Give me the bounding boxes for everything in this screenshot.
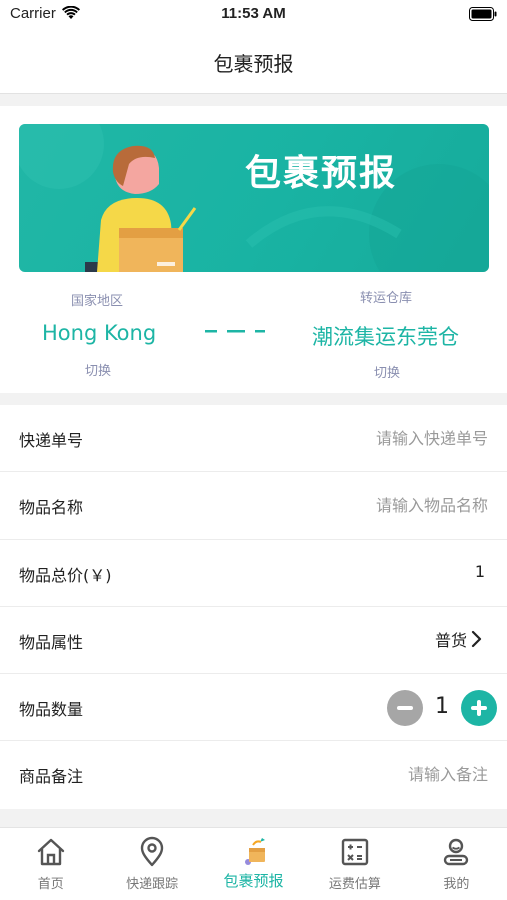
banner-title: 包裹预报 [245,153,398,194]
tab-profile[interactable]: 我的 [406,828,507,900]
route-card: 包裹预报 国家地区 Hong Kong 切换 转运仓库 潮流集运东莞仓 切换 [0,106,507,393]
quantity-stepper: 1 [387,690,497,727]
item-attribute-label: 物品属性 [19,632,84,652]
status-time: 11:53 AM [221,5,286,22]
item-attribute-row[interactable]: 物品属性 普货 [0,607,507,675]
item-quantity-row: 物品数量 1 [0,674,507,742]
destination-value[interactable]: 潮流集运东莞仓 [312,321,459,351]
tracking-number-input[interactable] [268,425,488,451]
tab-home[interactable]: 首页 [0,828,101,900]
tracking-number-row: 快递单号 [0,405,507,473]
tab-tracking-label: 快递跟踪 [126,877,179,892]
tracking-number-label: 快递单号 [19,431,84,450]
tab-parcel-forecast[interactable]: 包裹预报 [203,828,304,900]
navigation-bar: 包裹预报 [0,30,507,94]
calculator-icon [341,838,369,866]
origin-label: 国家地区 [71,294,124,309]
tab-shipping-estimate[interactable]: 运费估算 [304,828,405,900]
location-pin-icon [140,836,164,867]
tab-parcel-forecast-label: 包裹预报 [223,872,284,890]
remark-label: 商品备注 [19,767,84,787]
tab-home-label: 首页 [37,877,64,892]
tab-profile-label: 我的 [443,877,470,892]
remark-input[interactable] [268,761,488,788]
decrease-quantity-button[interactable] [387,690,423,727]
item-attribute-value: 普货 [434,630,467,650]
status-bar: Carrier 11:53 AM [0,0,507,30]
chevron-right-icon [471,630,482,647]
parcel-form: 快递单号 物品名称 物品总价(￥) 1 物品属性 普货 物品数量 1 商品备注 [0,405,507,809]
item-name-label: 物品名称 [19,498,84,518]
destination-switch-link[interactable]: 切换 [374,362,400,381]
remark-row: 商品备注 [0,741,507,808]
home-icon [37,838,64,866]
page-title: 包裹预报 [213,52,294,76]
origin-value[interactable]: Hong Kong [42,321,156,345]
quantity-value: 1 [435,694,449,720]
banner: 包裹预报 [19,124,489,272]
total-price-value[interactable]: 1 [475,562,485,581]
item-attribute-selector[interactable]: 普货 [435,627,483,651]
total-price-row: 物品总价(￥) 1 [0,540,507,607]
route-dash-divider [205,330,265,333]
package-icon [244,838,265,865]
total-price-label: 物品总价(￥) [19,565,112,585]
profile-icon [444,838,469,866]
item-name-row: 物品名称 [0,472,507,540]
tab-bar: 首页 快递跟踪 包裹预报 运费估算 我的 [0,827,507,900]
battery-icon [469,7,497,21]
tab-tracking[interactable]: 快递跟踪 [101,828,202,900]
item-name-input[interactable] [268,492,488,519]
origin-switch-link[interactable]: 切换 [85,360,111,379]
item-quantity-label: 物品数量 [19,700,84,720]
increase-quantity-button[interactable] [461,690,497,727]
destination-label: 转运仓库 [360,291,413,306]
tab-shipping-estimate-label: 运费估算 [328,877,381,892]
